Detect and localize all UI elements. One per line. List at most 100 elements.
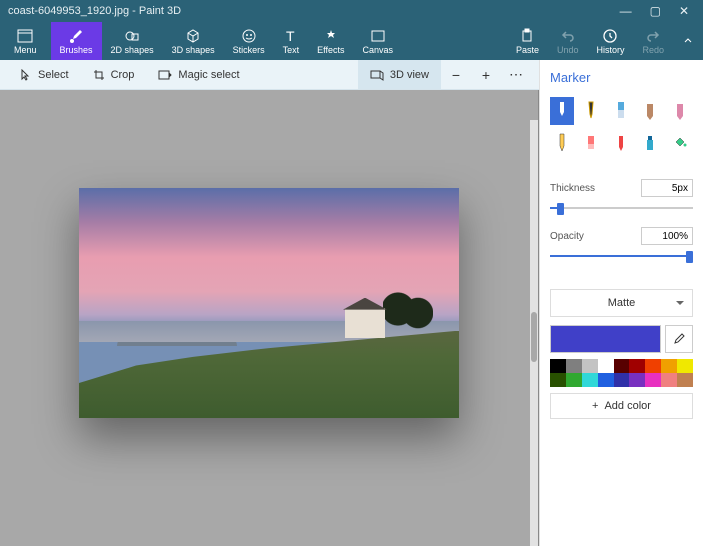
color-swatch[interactable] xyxy=(645,359,661,373)
color-palette xyxy=(550,359,693,387)
svg-text:T: T xyxy=(286,28,295,44)
brush-eraser[interactable] xyxy=(579,129,603,157)
brush-pixel[interactable] xyxy=(668,97,692,125)
paste-icon xyxy=(519,28,535,44)
3d-view-label: 3D view xyxy=(390,69,429,81)
text-label: Text xyxy=(283,45,300,55)
history-label: History xyxy=(596,45,624,55)
color-swatch[interactable] xyxy=(661,359,677,373)
close-button[interactable]: ✕ xyxy=(679,4,689,18)
thickness-label: Thickness xyxy=(550,183,595,194)
secondary-toolbar: Select Crop Magic select 3D view − + ⋯ xyxy=(0,60,539,90)
canvas-label: Canvas xyxy=(363,45,394,55)
brush-oil[interactable] xyxy=(609,97,633,125)
text-tab[interactable]: T Text xyxy=(274,22,309,60)
canvas-tab[interactable]: Canvas xyxy=(354,22,403,60)
color-swatch[interactable] xyxy=(614,359,630,373)
menu-button[interactable]: Menu xyxy=(0,22,51,60)
stickers-tab[interactable]: Stickers xyxy=(224,22,274,60)
color-swatch[interactable] xyxy=(550,373,566,387)
side-panel: Marker Thickness Opacity xyxy=(539,60,703,546)
minimize-button[interactable]: — xyxy=(620,4,632,18)
redo-button[interactable]: Redo xyxy=(633,22,673,60)
slider-thumb[interactable] xyxy=(557,203,564,215)
undo-icon xyxy=(560,28,576,44)
ribbon: Menu Brushes 2D shapes 3D shapes Sticker… xyxy=(0,22,703,60)
canvas-icon xyxy=(370,28,386,44)
color-swatch[interactable] xyxy=(629,373,645,387)
color-swatch[interactable] xyxy=(629,359,645,373)
undo-button[interactable]: Undo xyxy=(548,22,588,60)
stickers-icon xyxy=(241,28,257,44)
magic-select-label: Magic select xyxy=(178,69,239,81)
brush-calligraphy[interactable] xyxy=(579,97,603,125)
3d-shapes-tab[interactable]: 3D shapes xyxy=(163,22,224,60)
brush-marker[interactable] xyxy=(550,97,574,125)
titlebar: coast-6049953_1920.jpg - Paint 3D — ▢ ✕ xyxy=(0,0,703,22)
eyedropper-icon xyxy=(672,332,686,346)
menu-label: Menu xyxy=(14,45,37,55)
zoom-in-button[interactable]: + xyxy=(471,60,501,89)
3d-view-button[interactable]: 3D view xyxy=(358,60,441,89)
window-title: coast-6049953_1920.jpg - Paint 3D xyxy=(8,5,620,17)
select-tool[interactable]: Select xyxy=(8,60,81,89)
slider-thumb[interactable] xyxy=(686,251,693,263)
maximize-button[interactable]: ▢ xyxy=(650,4,661,18)
color-swatch[interactable] xyxy=(614,373,630,387)
thickness-slider[interactable] xyxy=(550,201,693,215)
scrollbar-thumb[interactable] xyxy=(531,312,537,362)
brush-grid xyxy=(550,97,693,157)
canvas-area: Select Crop Magic select 3D view − + ⋯ xyxy=(0,60,539,546)
2d-shapes-label: 2D shapes xyxy=(111,45,154,55)
cursor-icon xyxy=(20,69,32,81)
color-swatch[interactable] xyxy=(598,373,614,387)
window-controls: — ▢ ✕ xyxy=(620,4,689,18)
crop-tool[interactable]: Crop xyxy=(81,60,147,89)
expand-ribbon-button[interactable] xyxy=(673,22,703,60)
history-icon xyxy=(602,28,618,44)
color-swatch[interactable] xyxy=(677,373,693,387)
current-color[interactable] xyxy=(550,325,661,353)
undo-label: Undo xyxy=(557,45,579,55)
effects-tab[interactable]: Effects xyxy=(308,22,353,60)
material-select[interactable]: Matte xyxy=(550,289,693,317)
zoom-out-button[interactable]: − xyxy=(441,60,471,89)
brush-fill[interactable] xyxy=(668,129,692,157)
2d-shapes-tab[interactable]: 2D shapes xyxy=(102,22,163,60)
color-swatch[interactable] xyxy=(645,373,661,387)
brush-crayon[interactable] xyxy=(609,129,633,157)
brushes-tab[interactable]: Brushes xyxy=(51,22,102,60)
color-swatch[interactable] xyxy=(582,359,598,373)
add-color-button[interactable]: + Add color xyxy=(550,393,693,419)
brush-watercolor[interactable] xyxy=(638,97,662,125)
add-color-label: Add color xyxy=(604,400,650,412)
more-button[interactable]: ⋯ xyxy=(501,60,531,89)
effects-label: Effects xyxy=(317,45,344,55)
color-swatch[interactable] xyxy=(661,373,677,387)
menu-icon xyxy=(17,28,33,44)
thickness-input[interactable] xyxy=(641,179,693,197)
brush-icon xyxy=(68,28,84,44)
canvas-viewport[interactable] xyxy=(0,90,539,546)
material-value: Matte xyxy=(608,297,636,309)
history-button[interactable]: History xyxy=(587,22,633,60)
paste-button[interactable]: Paste xyxy=(507,22,548,60)
panel-title: Marker xyxy=(550,70,693,85)
crop-icon xyxy=(93,69,105,81)
color-swatch[interactable] xyxy=(582,373,598,387)
eyedropper-button[interactable] xyxy=(665,325,693,353)
3d-shapes-icon xyxy=(185,28,201,44)
magic-select-tool[interactable]: Magic select xyxy=(146,60,251,89)
select-label: Select xyxy=(38,69,69,81)
canvas-image[interactable] xyxy=(79,188,459,418)
color-swatch[interactable] xyxy=(598,359,614,373)
vertical-scrollbar[interactable] xyxy=(530,120,538,546)
opacity-slider[interactable] xyxy=(550,249,693,263)
color-swatch[interactable] xyxy=(566,373,582,387)
brush-spray[interactable] xyxy=(638,129,662,157)
opacity-input[interactable] xyxy=(641,227,693,245)
brush-pencil[interactable] xyxy=(550,129,574,157)
color-swatch[interactable] xyxy=(677,359,693,373)
color-swatch[interactable] xyxy=(566,359,582,373)
color-swatch[interactable] xyxy=(550,359,566,373)
